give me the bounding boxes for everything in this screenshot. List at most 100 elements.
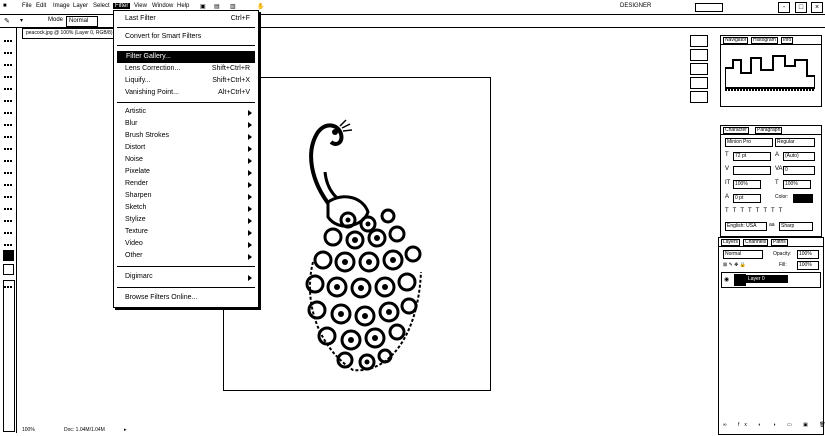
marquee-tool-icon[interactable] [4, 46, 12, 54]
visibility-eye-icon[interactable]: ◉ [724, 276, 729, 283]
document-tab[interactable]: peacock.jpg @ 100% (Layer 0, RGB/8) [22, 28, 117, 39]
tab-character[interactable]: Character [723, 127, 749, 134]
menu-item-video[interactable]: Video [125, 240, 143, 247]
tab-paragraph[interactable]: Paragraph [755, 127, 783, 134]
blur-tool-icon[interactable] [4, 178, 12, 186]
brush-picker-icon[interactable]: ▾ [20, 17, 23, 24]
menu-item-browse-filters-online[interactable]: Browse Filters Online... [125, 294, 197, 301]
foreground-color-swatch[interactable] [3, 250, 14, 261]
font-family-select[interactable]: Minion Pro [725, 138, 773, 147]
lock-icon[interactable]: ⊠ ✎ ✥ 🔒 [723, 262, 746, 268]
menu-item-brush-strokes[interactable]: Brush Strokes [125, 132, 169, 139]
menu-edit[interactable]: Edit [36, 3, 46, 9]
menu-item-blur[interactable]: Blur [125, 120, 137, 127]
menu-view[interactable]: View [134, 3, 147, 9]
menu-item-filter-gallery[interactable]: Filter Gallery... [117, 51, 255, 63]
history-panel-icon[interactable] [690, 35, 708, 47]
blend-mode-select[interactable]: Normal [723, 250, 763, 259]
menu-item-other[interactable]: Other [125, 252, 143, 259]
fill-field[interactable]: 100% [797, 261, 819, 270]
menu-item-stylize[interactable]: Stylize [125, 216, 146, 223]
background-color-swatch[interactable] [3, 264, 14, 275]
move-tool-icon[interactable] [4, 34, 12, 42]
layer-row[interactable]: ◉ Layer 0 [721, 272, 821, 288]
search-field[interactable] [695, 3, 723, 12]
launch-bridge-icon[interactable]: ▣ [200, 3, 206, 10]
horizontal-scale-field[interactable]: 100% [783, 180, 811, 189]
menu-filter[interactable]: Filter [113, 3, 131, 9]
arrange-documents-icon[interactable]: ▥ [230, 3, 236, 10]
menu-item-liquify[interactable]: Liquify... [125, 77, 151, 84]
menu-item-render[interactable]: Render [125, 180, 148, 187]
crop-tool-icon[interactable] [4, 82, 12, 90]
type-tool-icon[interactable] [4, 214, 12, 222]
menu-item-convert-smart-filters[interactable]: Convert for Smart Filters [125, 33, 201, 40]
menu-item-digimarc[interactable]: Digimarc [125, 273, 153, 280]
healing-brush-tool-icon[interactable] [4, 106, 12, 114]
menu-help[interactable]: Help [177, 3, 189, 9]
brush-tool-icon[interactable] [4, 118, 12, 126]
menu-select[interactable]: Select [93, 3, 110, 9]
close-button[interactable]: × [811, 2, 823, 13]
lasso-tool-icon[interactable] [4, 58, 12, 66]
antialias-select[interactable]: Sharp [779, 222, 813, 231]
leading-field[interactable]: (Auto) [783, 152, 815, 161]
pen-tool-icon[interactable] [4, 202, 12, 210]
menu-layer[interactable]: Layer [73, 3, 88, 9]
tab-info[interactable]: Info [781, 37, 794, 44]
zoom-level[interactable]: 100% [22, 427, 35, 433]
language-select[interactable]: English: USA [725, 222, 767, 231]
workspace-label[interactable]: DESIGNER [620, 3, 651, 9]
history-brush-tool-icon[interactable] [4, 142, 12, 150]
menu-window[interactable]: Window [152, 3, 173, 9]
tab-navigator[interactable]: Navigator [723, 37, 749, 44]
eraser-tool-icon[interactable] [4, 154, 12, 162]
menu-item-vanishing-point[interactable]: Vanishing Point... [125, 89, 179, 96]
hand-tool-icon[interactable]: ✋ [257, 3, 264, 10]
menu-item-lens-correction[interactable]: Lens Correction... [125, 65, 180, 72]
path-selection-tool-icon[interactable] [4, 226, 12, 234]
vertical-scale-field[interactable]: 100% [733, 180, 761, 189]
menu-item-sharpen[interactable]: Sharpen [125, 192, 151, 199]
menu-file[interactable]: File [22, 3, 32, 9]
menu-item-noise[interactable]: Noise [125, 156, 143, 163]
opacity-field[interactable]: 100% [797, 250, 819, 259]
view-extras-icon[interactable]: ▤ [214, 3, 220, 10]
menu-item-pixelate[interactable]: Pixelate [125, 168, 150, 175]
menu-item-artistic[interactable]: Artistic [125, 108, 146, 115]
kerning-field[interactable] [733, 166, 771, 175]
gradient-tool-icon[interactable] [4, 166, 12, 174]
eyedropper-tool-icon[interactable] [4, 94, 12, 102]
baseline-shift-field[interactable]: 0 pt [733, 194, 761, 203]
menu-item-last-filter[interactable]: Last Filter [125, 15, 156, 22]
menu-item-sketch[interactable]: Sketch [125, 204, 146, 211]
adjustments-panel-icon[interactable] [690, 91, 708, 103]
collapsed-panel-strip[interactable] [3, 280, 15, 432]
styles-panel-icon[interactable] [690, 77, 708, 89]
status-arrow-icon[interactable]: ▸ [124, 427, 127, 433]
font-style-select[interactable]: Regular [775, 138, 815, 147]
magic-wand-tool-icon[interactable] [4, 70, 12, 78]
clone-stamp-tool-icon[interactable] [4, 130, 12, 138]
layer-name[interactable]: Layer 0 [746, 275, 788, 283]
app-logo-icon[interactable]: ■ [3, 3, 7, 9]
tab-layers[interactable]: Layers [721, 239, 741, 246]
mode-select[interactable]: Normal [66, 16, 98, 27]
maximize-button[interactable]: □ [795, 2, 807, 13]
tab-paths[interactable]: Paths [771, 239, 788, 246]
tracking-field[interactable]: 0 [783, 166, 815, 175]
document-info[interactable]: Doc: 1.04M/1.04M [64, 427, 105, 433]
dodge-tool-icon[interactable] [4, 190, 12, 198]
swatches-panel-icon[interactable] [690, 63, 708, 75]
actions-panel-icon[interactable] [690, 49, 708, 61]
shape-tool-icon[interactable] [4, 238, 12, 246]
menu-item-distort[interactable]: Distort [125, 144, 145, 151]
brush-preset-icon[interactable]: ✎ [4, 17, 10, 25]
tab-channels[interactable]: Channels [743, 239, 769, 246]
text-color-swatch[interactable] [793, 194, 813, 203]
text-style-buttons[interactable]: TTTTTTTT [725, 208, 786, 214]
menu-item-texture[interactable]: Texture [125, 228, 148, 235]
tab-histogram[interactable]: Histogram [751, 37, 778, 44]
font-size-field[interactable]: 72 pt [733, 152, 771, 161]
menu-image[interactable]: Image [53, 3, 70, 9]
